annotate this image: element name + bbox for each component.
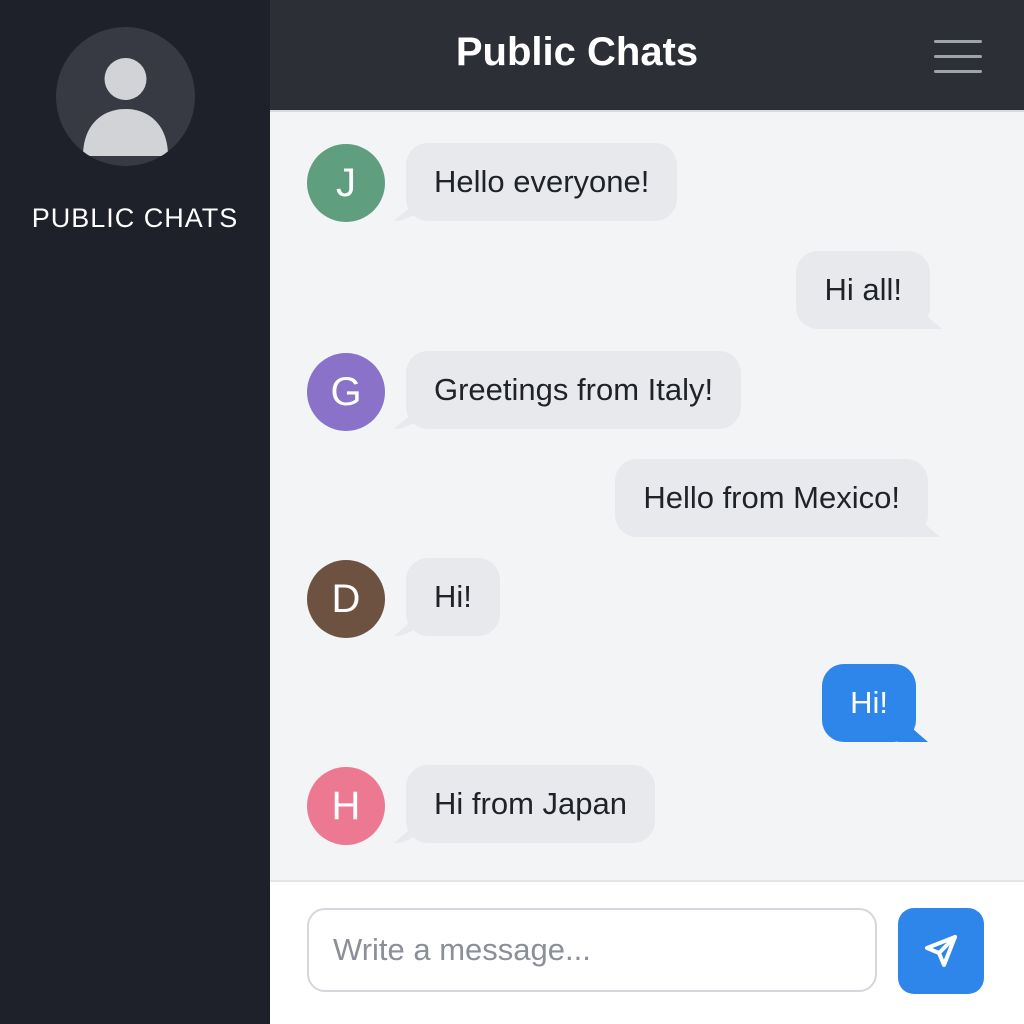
avatar-g[interactable]: G [307,353,385,431]
message-bubble: Hi! [406,558,500,636]
message-composer [270,880,1024,1024]
message-bubble: Hello from Mexico! [615,459,928,537]
chat-header: Public Chats [270,0,1024,112]
hamburger-menu-icon[interactable] [934,36,982,76]
message-input[interactable] [307,908,877,992]
message-bubble: Greetings from Italy! [406,351,742,429]
chat-panel: Public Chats J Hello everyone! Hi all! G… [270,0,1024,1024]
own-message-bubble: Hi! [822,664,916,742]
message-bubble: Hi from Japan [406,765,655,843]
avatar-d[interactable]: D [307,560,385,638]
message-bubble: Hello everyone! [406,143,678,221]
page-title: Public Chats [455,30,699,74]
sidebar-title: PUBLIC CHATS [31,203,239,233]
message-bubble: Hi all! [796,251,930,329]
avatar-h[interactable]: H [307,767,385,845]
avatar-j[interactable]: J [307,144,385,222]
send-icon [925,935,957,967]
sidebar: PUBLIC CHATS [0,0,270,1024]
send-button[interactable] [898,908,984,994]
user-icon[interactable] [56,27,195,166]
